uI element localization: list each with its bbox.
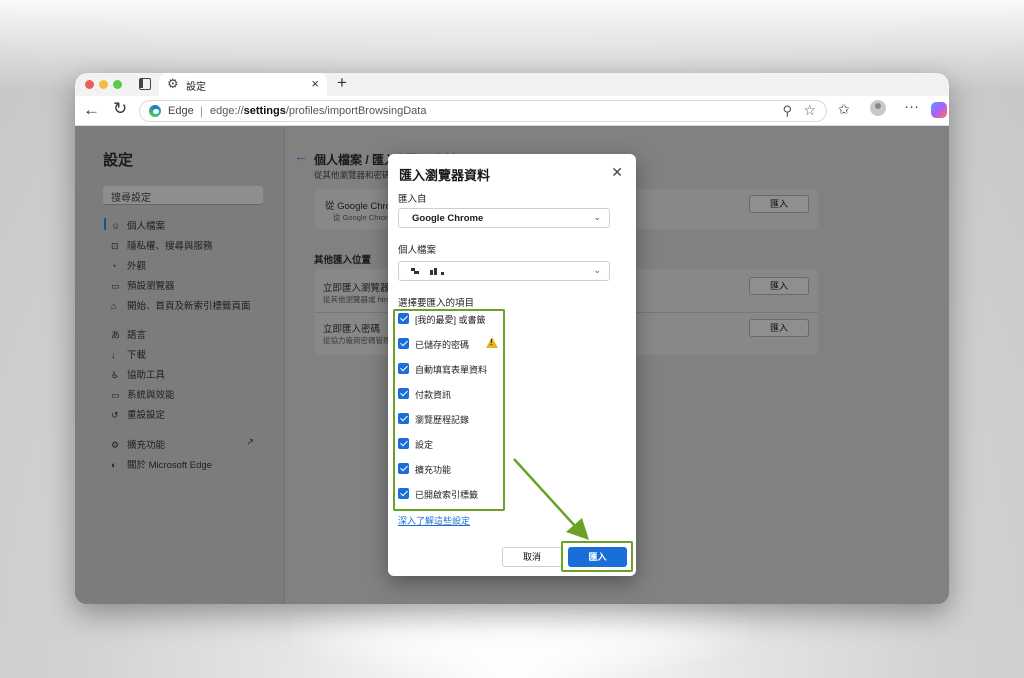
- annotation-arrow: [513, 458, 589, 540]
- arrow-line: [513, 458, 576, 527]
